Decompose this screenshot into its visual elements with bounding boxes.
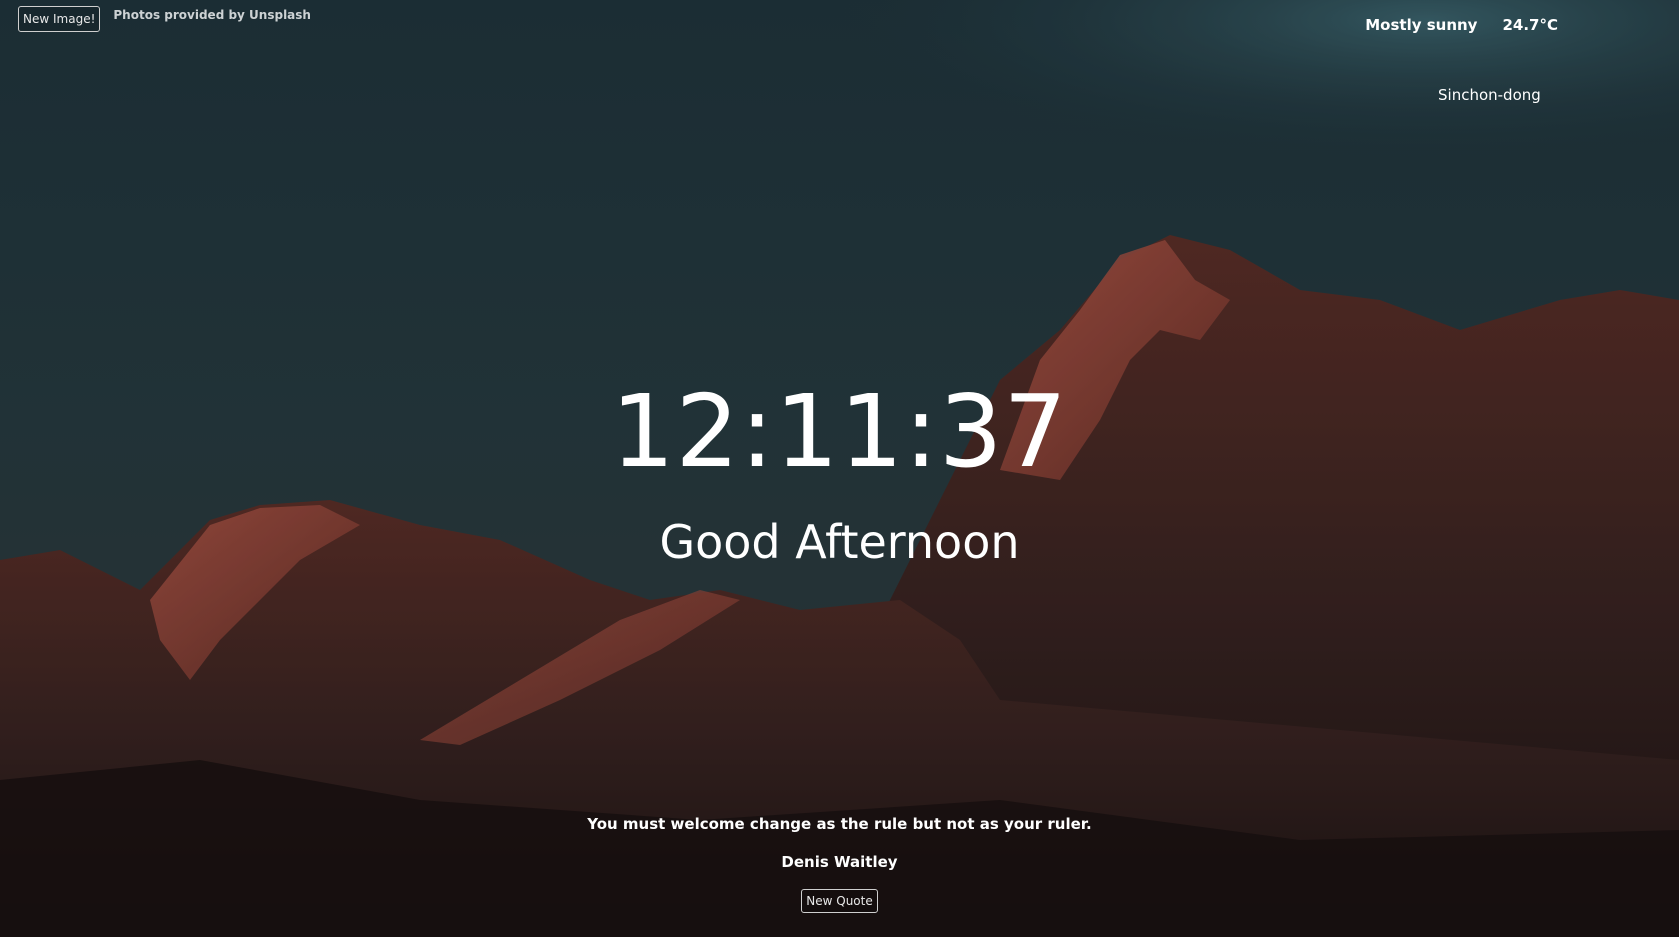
quote-author: Denis Waitley [781,853,898,871]
new-image-button[interactable]: New Image! [18,6,101,32]
quote-section: You must welcome change as the rule but … [0,814,1679,913]
top-left-controls: New Image! Photos provided by Unsplash [18,6,311,32]
quote-button-wrap: New Quote [0,889,1679,913]
weather-temperature: 24.7°C [1502,16,1558,34]
weather-condition: Mostly sunny [1365,16,1478,34]
photo-credit: Photos provided by Unsplash [113,8,311,22]
greeting: Good Afternoon [659,515,1020,569]
clock-time: 12:11:37 [610,373,1069,490]
quote-text: You must welcome change as the rule but … [587,815,1092,833]
new-quote-button[interactable]: New Quote [801,889,878,913]
weather-widget: Mostly sunny 24.7°C [1365,16,1558,34]
weather-location: Sinchon-dong [1438,86,1541,104]
